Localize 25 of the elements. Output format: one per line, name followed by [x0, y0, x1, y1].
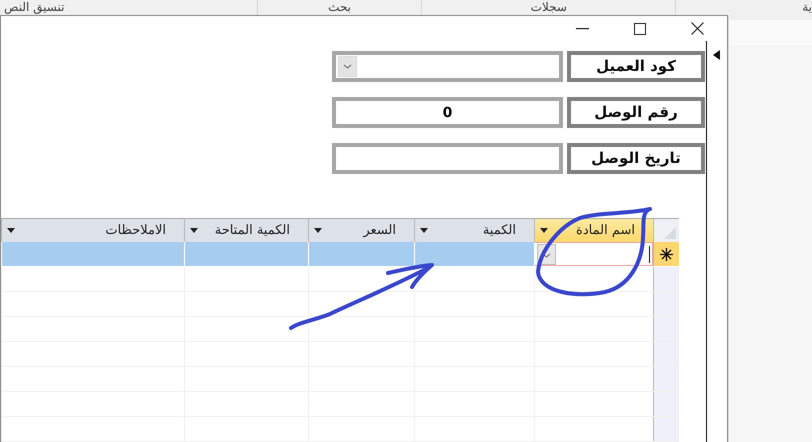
input-field[interactable]: 0	[332, 97, 563, 128]
field-label: تاريخ الوصل	[567, 143, 705, 174]
ribbon-group-label[interactable]: تنسيق النص	[0, 0, 257, 15]
column-header[interactable]: الكمية	[414, 219, 534, 242]
column-header[interactable]: اسم المادة	[534, 219, 653, 242]
input-field[interactable]	[332, 143, 563, 174]
new-record-icon	[660, 248, 673, 260]
column-header[interactable]: الكمية المتاحة	[184, 219, 308, 242]
close-icon[interactable]	[691, 22, 704, 35]
caret-icon[interactable]	[314, 228, 322, 233]
caret-icon[interactable]	[540, 228, 548, 233]
caret-icon[interactable]	[420, 228, 428, 233]
record-pointer-icon	[712, 50, 720, 60]
field-label: رقم الوصل	[567, 97, 705, 128]
maximize-icon[interactable]	[634, 22, 646, 34]
column-header[interactable]: السعر	[308, 219, 414, 242]
minimize-icon[interactable]	[576, 28, 589, 30]
input-field[interactable]	[332, 51, 563, 82]
field-label: كود العميل	[567, 51, 705, 82]
caret-icon[interactable]	[7, 228, 15, 233]
column-header[interactable]: الاملاحظات	[1, 219, 184, 242]
caret-icon[interactable]	[190, 228, 198, 233]
table-cell[interactable]	[534, 242, 653, 266]
row-selector[interactable]	[653, 242, 679, 266]
select-all-cell[interactable]	[653, 219, 679, 242]
